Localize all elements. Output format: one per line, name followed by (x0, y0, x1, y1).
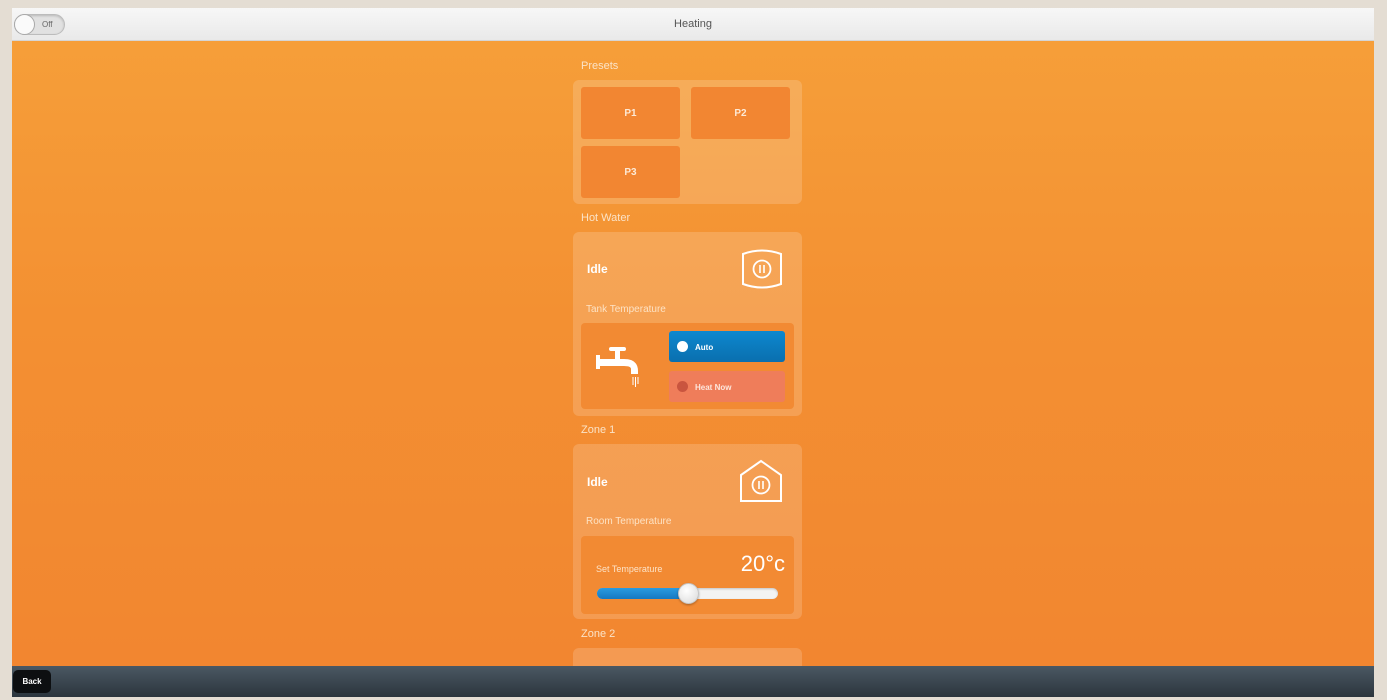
tank-pause-icon[interactable] (739, 246, 785, 297)
auto-button-label: Auto (695, 343, 714, 352)
slider-fill (597, 588, 688, 599)
back-button[interactable]: Back (13, 670, 51, 693)
hot-water-label: Hot Water (581, 212, 631, 224)
preset-p2-button[interactable]: P2 (691, 87, 790, 139)
heat-now-button-label: Heat Now (695, 383, 732, 392)
presets-panel: P1 P2 P3 (573, 80, 802, 204)
page-title: Heating (674, 18, 712, 30)
heat-now-button[interactable]: Heat Now (669, 371, 785, 402)
set-temperature-value: 20°c (740, 551, 785, 576)
tank-temperature-label: Tank Temperature (586, 304, 666, 315)
zone1-panel: Idle Room Temperature Set Temperature 20… (573, 444, 802, 619)
zone1-status: Idle (587, 475, 608, 489)
room-temperature-label: Room Temperature (586, 516, 672, 527)
slider-thumb[interactable] (677, 583, 699, 604)
temperature-slider[interactable] (597, 583, 778, 604)
preset-p1-button[interactable]: P1 (581, 87, 680, 139)
set-temperature-label: Set Temperature (596, 564, 663, 574)
hot-water-status: Idle (587, 262, 608, 276)
preset-p3-button[interactable]: P3 (581, 146, 680, 198)
heating-screen: Off Heating Presets P1 P2 P3 Hot Water I… (12, 8, 1374, 697)
auto-button[interactable]: Auto (669, 331, 785, 362)
tap-icon (594, 341, 650, 392)
heat-now-radio-icon (677, 381, 688, 392)
house-pause-icon[interactable] (736, 457, 786, 510)
footer-bar: Back (12, 666, 1374, 697)
hot-water-controls: Auto Heat Now (581, 323, 794, 409)
zone1-label: Zone 1 (581, 424, 616, 436)
hot-water-panel: Idle Tank Temperature Auto Heat Now (573, 232, 802, 416)
auto-radio-icon (677, 341, 688, 352)
header-bar: Off Heating (12, 8, 1374, 41)
presets-label: Presets (581, 60, 619, 72)
set-temperature-control: Set Temperature 20°c (581, 536, 794, 614)
zone2-label: Zone 2 (581, 628, 616, 640)
